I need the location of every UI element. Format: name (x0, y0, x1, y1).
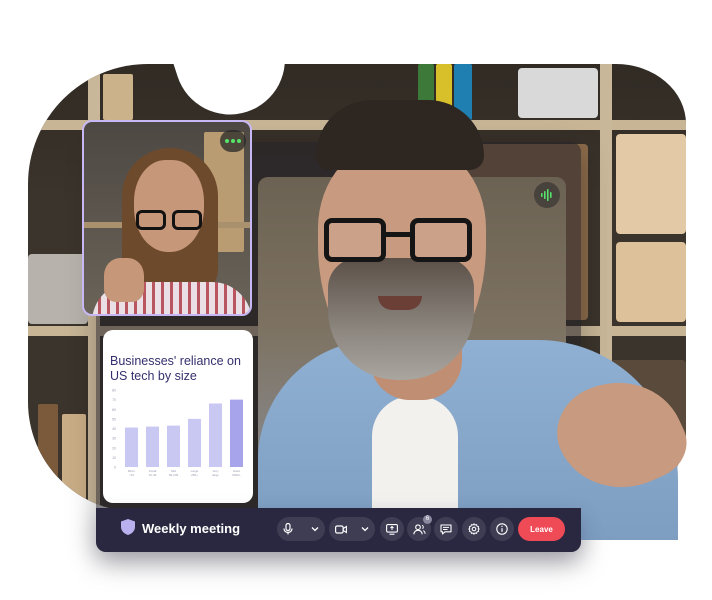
chat-button[interactable] (434, 517, 458, 541)
shared-chart-card: Businesses' reliance on US tech by size … (103, 330, 253, 503)
video-camera-icon[interactable] (335, 524, 347, 534)
participant-face (134, 160, 204, 252)
y-tick-label: 20 (112, 446, 116, 450)
camera-control-group (329, 517, 375, 541)
settings-button[interactable] (462, 517, 486, 541)
speaker-glasses (324, 218, 386, 262)
y-tick-label: 60 (112, 408, 116, 412)
share-screen-button[interactable] (380, 517, 404, 541)
chart-bar (145, 426, 160, 467)
chart-bar (229, 399, 244, 467)
storage-box (518, 68, 598, 118)
y-tick-label: 40 (112, 427, 116, 431)
leave-button[interactable]: Leave (518, 517, 565, 541)
y-tick-label: 10 (112, 456, 116, 460)
y-tick-label: 70 (112, 398, 116, 402)
y-tick-label: 80 (112, 389, 116, 393)
gear-icon (468, 523, 480, 535)
x-tick-label: <10 (129, 473, 134, 477)
chart-bar (208, 403, 223, 467)
speaker-glasses-bridge (386, 232, 410, 237)
book (103, 74, 133, 120)
storage-box (28, 254, 88, 324)
microphone-icon[interactable] (283, 523, 293, 535)
participants-count-badge: 6 (423, 515, 432, 524)
people-icon (412, 523, 426, 534)
x-tick-label: 50-249 (169, 473, 179, 477)
participant-glasses (136, 210, 166, 230)
x-tick-label: 250+ (191, 473, 198, 477)
storage-box (616, 134, 686, 234)
chart-bar (187, 418, 202, 467)
x-tick-label: 5000+ (232, 473, 241, 477)
chevron-down-icon[interactable] (361, 526, 369, 532)
info-button[interactable] (490, 517, 514, 541)
speaker-glasses (410, 218, 472, 262)
book (62, 414, 86, 504)
participant-glasses (172, 210, 202, 230)
x-tick-label: 10-49 (149, 473, 157, 477)
storage-box (616, 242, 686, 322)
chart-bar (166, 425, 181, 467)
book (38, 404, 58, 504)
bar-chart: 01020304050607080Micro<10Small10-49Mid50… (112, 389, 244, 477)
speaker-hair (316, 100, 484, 170)
speaker-tshirt (372, 396, 458, 516)
meeting-title: Weekly meeting (142, 521, 241, 536)
chat-icon (440, 523, 452, 535)
chevron-down-icon[interactable] (311, 526, 319, 532)
y-tick-label: 50 (112, 417, 116, 421)
y-tick-label: 0 (114, 466, 116, 470)
x-tick-label: large (212, 473, 219, 477)
info-icon (496, 523, 508, 535)
shield-icon (121, 519, 135, 535)
screen-share-icon (386, 523, 398, 535)
audio-wave-icon (534, 182, 560, 208)
chart-bar (124, 427, 139, 467)
participant-hand (104, 258, 144, 302)
more-dots-icon[interactable] (220, 130, 246, 152)
y-tick-label: 30 (112, 437, 116, 441)
mic-control-group (277, 517, 325, 541)
